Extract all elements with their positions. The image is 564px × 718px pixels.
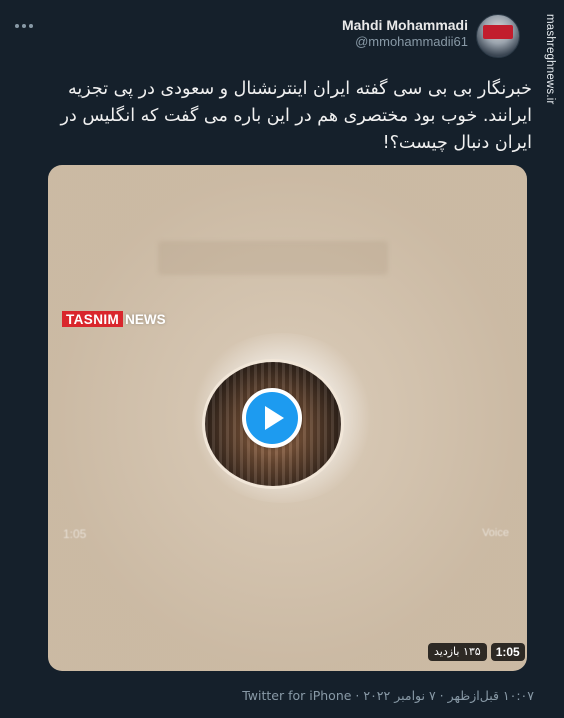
blurred-voice-text: Voice <box>482 527 509 539</box>
author-display-name[interactable]: Mahdi Mohammadi <box>342 16 468 34</box>
video-player[interactable]: TASNIM NEWS 1:05 Voice ۱۳۵ بازدید 1:05 <box>48 165 527 671</box>
avatar[interactable] <box>476 14 520 58</box>
duration-badge: 1:05 <box>490 643 525 661</box>
logo-secondary: NEWS <box>125 311 166 327</box>
site-watermark: mashreghnews.ir <box>544 14 556 105</box>
author-handle[interactable]: @mmohammadii61 <box>342 34 468 50</box>
tasnim-logo: TASNIM NEWS <box>62 311 166 327</box>
avatar-badge <box>483 25 513 39</box>
play-button[interactable] <box>242 388 302 448</box>
tweet-text: خبرنگار بی بی سی گفته ایران اینترنشنال و… <box>60 79 532 153</box>
video-meta: ۱۳۵ بازدید 1:05 <box>428 643 525 661</box>
more-options-icon[interactable] <box>14 18 34 34</box>
tweet-timestamp[interactable]: ۱۰:۰۷ قبل‌ازظهر · ۷ نوامبر ۲۰۲۲ · Twitte… <box>242 688 534 703</box>
logo-primary: TASNIM <box>62 311 124 327</box>
author-names: Mahdi Mohammadi @mmohammadii61 <box>342 14 468 50</box>
tweet-header: Mahdi Mohammadi @mmohammadii61 <box>342 14 520 58</box>
blurred-banner <box>158 241 388 275</box>
play-icon <box>265 406 284 430</box>
blurred-time-text: 1:05 <box>63 527 87 541</box>
views-badge: ۱۳۵ بازدید <box>428 643 487 661</box>
